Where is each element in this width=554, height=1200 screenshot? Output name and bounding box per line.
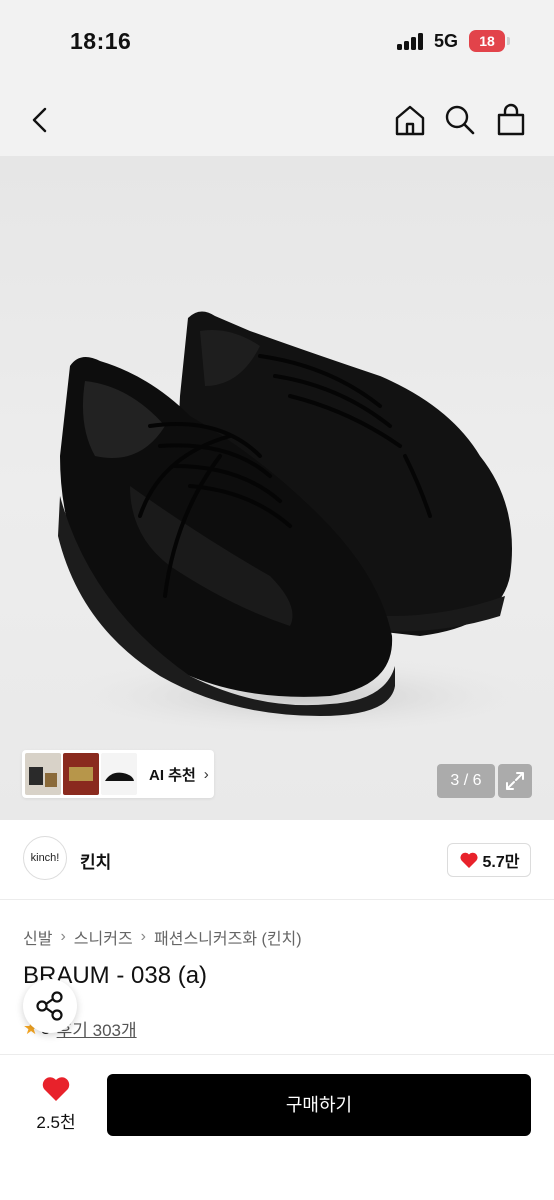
network-type: 5G <box>434 31 459 51</box>
ai-thumbnail <box>63 753 99 795</box>
brand-like-button[interactable]: 5.7만 <box>447 843 531 877</box>
heart-icon <box>42 1077 70 1101</box>
brand-like-count: 5.7만 <box>482 854 520 871</box>
brand-logo[interactable]: kinch! <box>23 836 67 880</box>
breadcrumb-item[interactable]: 스니커즈 <box>74 925 133 949</box>
buy-button[interactable]: 구매하기 <box>107 1074 531 1136</box>
bottom-action-bar: 2.5천 구매하기 <box>0 1054 554 1200</box>
back-icon[interactable] <box>22 102 58 138</box>
signal-icon <box>397 32 425 50</box>
brand-name[interactable]: 킨치 <box>80 848 111 873</box>
image-counter: 3 / 6 <box>437 764 495 798</box>
home-icon[interactable] <box>392 102 428 138</box>
breadcrumb: 신발 › 스니커즈 › 패션스니커즈화 (킨치) <box>23 925 302 949</box>
chevron-right-icon: › <box>140 928 146 945</box>
ai-thumbnail <box>25 753 61 795</box>
ai-recommend-label: AI 추천 <box>149 766 196 784</box>
chevron-right-icon: › <box>203 765 209 783</box>
share-button[interactable] <box>23 979 77 1033</box>
battery-icon: 18 <box>469 30 505 52</box>
status-bar: 18:16 5G 18 <box>0 0 554 84</box>
brand-row: kinch! 킨치 5.7만 <box>0 820 554 900</box>
nav-header <box>0 84 554 156</box>
breadcrumb-item[interactable]: 신발 <box>23 925 52 949</box>
heart-icon <box>459 852 478 868</box>
wishlist-count: 2.5천 <box>36 1113 76 1132</box>
product-photo <box>58 311 540 736</box>
ai-recommend-chip[interactable]: AI 추천 › <box>22 750 214 798</box>
expand-icon[interactable] <box>498 764 532 798</box>
wishlist-button[interactable]: 2.5천 <box>26 1075 86 1135</box>
status-time: 18:16 <box>70 28 132 54</box>
battery-tip <box>507 37 510 45</box>
ai-thumbnail <box>101 753 137 795</box>
chevron-right-icon: › <box>60 928 66 945</box>
share-icon <box>36 991 63 1021</box>
product-image-carousel[interactable]: AI 추천 › 3 / 6 <box>0 156 554 820</box>
search-icon[interactable] <box>442 102 478 138</box>
breadcrumb-item[interactable]: 패션스니커즈화 (킨치) <box>154 925 302 949</box>
shopping-bag-icon[interactable] <box>493 102 529 138</box>
